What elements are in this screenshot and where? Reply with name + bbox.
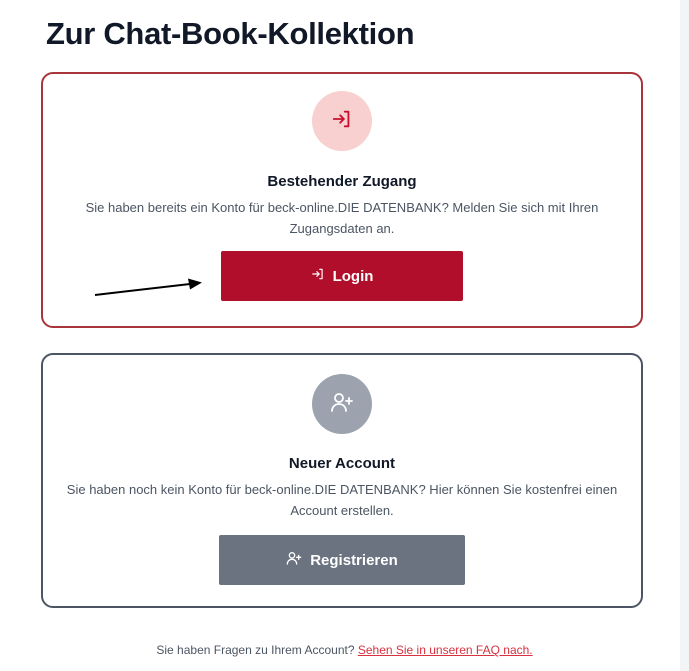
page: Zur Chat-Book-Kollektion Bestehender Zug… [0,0,689,671]
existing-access-description: Sie haben bereits ein Konto für beck-onl… [85,200,599,236]
register-button-label: Registrieren [310,551,398,569]
new-account-heading: Neuer Account [288,455,396,472]
register-button-icon [286,550,302,570]
login-button-icon [311,267,325,285]
footer-question: Sie haben Fragen zu Ihrem Account? [156,643,355,657]
login-button[interactable]: Login [221,251,463,301]
existing-access-heading: Bestehender Zugang [267,173,417,190]
new-account-description: Sie haben noch kein Konto für beck-onlin… [66,482,618,518]
login-icon [331,108,353,135]
user-plus-icon-circle [312,374,372,434]
new-account-card: Neuer Account Sie haben noch kein Konto … [41,353,643,608]
arrow-annotation-icon [94,278,202,296]
register-button[interactable]: Registrieren [219,535,465,585]
faq-link[interactable]: Sehen Sie in unseren FAQ nach. [358,643,533,657]
user-plus-icon [330,390,354,419]
login-button-label: Login [332,267,374,285]
page-title: Zur Chat-Book-Kollektion [46,16,415,51]
footer: Sie haben Fragen zu Ihrem Account? Sehen… [0,643,689,657]
login-icon-circle [312,91,372,151]
